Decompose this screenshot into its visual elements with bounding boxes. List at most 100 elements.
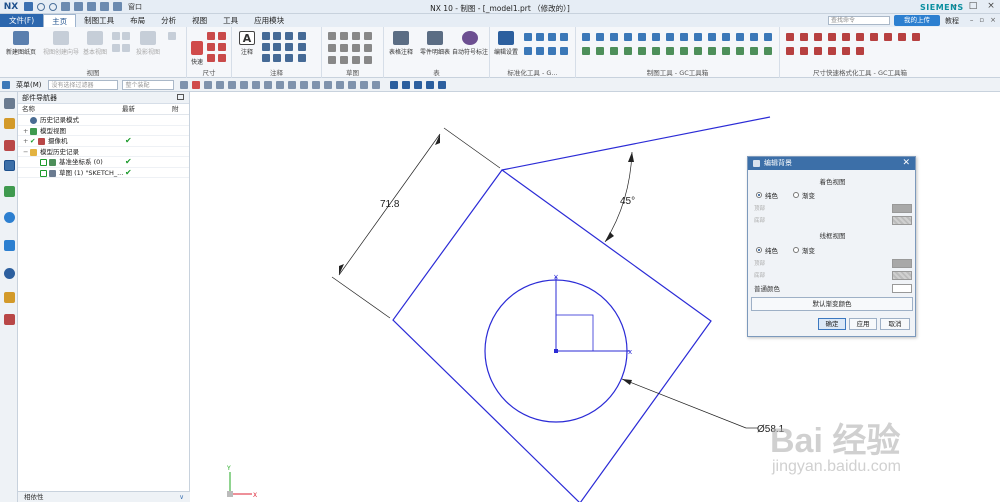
box-select-icon[interactable] bbox=[215, 80, 224, 89]
gc-tool-icon-26[interactable] bbox=[736, 47, 744, 55]
undo-icon[interactable] bbox=[37, 2, 45, 11]
target-point-icon[interactable] bbox=[285, 32, 293, 40]
gc-tool-icon-24[interactable] bbox=[708, 47, 716, 55]
gc-dim-icon-9[interactable] bbox=[898, 33, 906, 41]
view-more-icon[interactable] bbox=[168, 32, 176, 40]
base-view-button[interactable]: 基本视图 bbox=[80, 31, 110, 56]
repeat-command-icon[interactable] bbox=[100, 2, 109, 11]
tree-row-datum-csys[interactable]: 基准坐标系 (0) ✔ bbox=[18, 157, 189, 168]
dimension-linear-text[interactable]: 71.8 bbox=[380, 199, 400, 210]
gc-dim-icon-11[interactable] bbox=[786, 47, 794, 55]
touch-mode-icon[interactable] bbox=[113, 2, 122, 11]
symbol-icon[interactable] bbox=[285, 54, 293, 62]
standard-tool-icon-7[interactable] bbox=[548, 47, 556, 55]
gc-tool-icon-18[interactable] bbox=[624, 47, 632, 55]
drawing-navigator-icon[interactable] bbox=[4, 118, 15, 129]
intersection-snap-icon[interactable] bbox=[275, 80, 284, 89]
sketch-trim-icon[interactable] bbox=[352, 44, 360, 52]
gc-dim-icon-13[interactable] bbox=[814, 47, 822, 55]
settings-icon[interactable] bbox=[4, 98, 15, 109]
minimize-icon[interactable]: – bbox=[950, 1, 960, 12]
existing-point-snap-icon[interactable] bbox=[347, 80, 356, 89]
sketch-circle-icon[interactable] bbox=[352, 32, 360, 40]
tabular-note-button[interactable]: 表格注释 bbox=[386, 31, 416, 56]
section-view-icon[interactable] bbox=[112, 32, 120, 40]
display-sheet-icon[interactable] bbox=[425, 80, 434, 89]
tree-row-sketch[interactable]: 草图 (1) "SKETCH_... ✔ bbox=[18, 168, 189, 178]
radio-button[interactable] bbox=[756, 247, 762, 253]
tab-tools[interactable]: 工具 bbox=[215, 14, 246, 27]
gc-dim-icon-15[interactable] bbox=[842, 47, 850, 55]
shaded-solid-option[interactable]: 纯色 渐变 bbox=[756, 190, 815, 200]
column-attachment[interactable]: 附 bbox=[168, 104, 188, 114]
standard-tool-icon-1[interactable] bbox=[524, 33, 532, 41]
gc-dim-icon-16[interactable] bbox=[856, 47, 864, 55]
update-view-icon[interactable] bbox=[122, 44, 130, 52]
wireframe-solid-option[interactable]: 纯色 渐变 bbox=[756, 245, 815, 255]
gc-dim-icon-12[interactable] bbox=[800, 47, 808, 55]
tree-row-model-views[interactable]: + 模型视图 bbox=[18, 126, 189, 137]
gc-dim-icon-7[interactable] bbox=[870, 33, 878, 41]
gc-tool-icon-15[interactable] bbox=[582, 47, 590, 55]
gc-tool-icon-16[interactable] bbox=[596, 47, 604, 55]
image-icon[interactable] bbox=[273, 54, 281, 62]
auto-balloon-button[interactable]: 自动符号标注 bbox=[452, 31, 488, 56]
wireframe-bottom-color-swatch[interactable] bbox=[892, 271, 912, 280]
radio-button[interactable] bbox=[793, 247, 799, 253]
wireframe-top-color-swatch[interactable] bbox=[892, 259, 912, 268]
radial-dimension-icon[interactable] bbox=[218, 32, 226, 40]
standard-tool-icon-4[interactable] bbox=[560, 33, 568, 41]
rapid-dimension-button[interactable]: 快速 bbox=[189, 41, 205, 66]
refresh-icon[interactable] bbox=[413, 80, 422, 89]
gc-tool-icon-12[interactable] bbox=[736, 33, 744, 41]
sketch-extend-icon[interactable] bbox=[364, 44, 372, 52]
reference-line[interactable] bbox=[501, 116, 771, 171]
feature-control-frame-icon[interactable] bbox=[262, 32, 270, 40]
centerline-icon[interactable] bbox=[298, 32, 306, 40]
sketch-constraint-icon[interactable] bbox=[352, 56, 360, 64]
chevron-down-icon[interactable]: ∨ bbox=[179, 492, 184, 502]
shaded-bottom-color-swatch[interactable] bbox=[892, 216, 912, 225]
collapse-icon[interactable]: − bbox=[23, 147, 28, 158]
cube-icon[interactable] bbox=[227, 80, 236, 89]
system-materials-icon[interactable] bbox=[4, 292, 15, 303]
shaded-top-color-swatch[interactable] bbox=[892, 204, 912, 213]
midpoint-snap-icon[interactable] bbox=[251, 80, 260, 89]
expand-icon[interactable]: + bbox=[23, 126, 28, 137]
gc-tool-icon-22[interactable] bbox=[680, 47, 688, 55]
gc-tool-icon-25[interactable] bbox=[722, 47, 730, 55]
standard-tool-icon-6[interactable] bbox=[536, 47, 544, 55]
bounded-snap-icon[interactable] bbox=[359, 80, 368, 89]
gc-tool-icon-9[interactable] bbox=[694, 33, 702, 41]
tab-analysis[interactable]: 分析 bbox=[153, 14, 184, 27]
gc-dim-icon-10[interactable] bbox=[912, 33, 920, 41]
ok-button[interactable]: 确定 bbox=[818, 318, 846, 330]
expand-icon[interactable]: + bbox=[23, 136, 28, 147]
gc-tool-icon-21[interactable] bbox=[666, 47, 674, 55]
cut-icon[interactable] bbox=[61, 2, 70, 11]
radio-button[interactable] bbox=[793, 192, 799, 198]
gc-tool-icon-23[interactable] bbox=[694, 47, 702, 55]
area-fill-icon[interactable] bbox=[262, 54, 270, 62]
break-view-icon[interactable] bbox=[112, 44, 120, 52]
radio-button[interactable] bbox=[756, 192, 762, 198]
gc-dim-icon-8[interactable] bbox=[884, 33, 892, 41]
tree-row-history-mode[interactable]: 历史记录模式 bbox=[18, 115, 189, 126]
gc-tool-icon-3[interactable] bbox=[610, 33, 618, 41]
gc-tool-icon-10[interactable] bbox=[708, 33, 716, 41]
web-browser-icon[interactable] bbox=[4, 212, 15, 223]
control-point-snap-icon[interactable] bbox=[263, 80, 272, 89]
tab-file[interactable]: 文件(F) bbox=[0, 14, 44, 27]
tree-row-cameras[interactable]: + ✔ 摄像机 ✔ bbox=[18, 136, 189, 147]
redo-icon[interactable] bbox=[49, 2, 57, 11]
maximize-panel-icon[interactable] bbox=[177, 94, 184, 100]
gc-tool-icon-13[interactable] bbox=[750, 33, 758, 41]
checkbox-icon[interactable] bbox=[40, 169, 47, 177]
dimension-angle-text[interactable]: 45° bbox=[620, 196, 635, 207]
standard-tool-icon-5[interactable] bbox=[524, 47, 532, 55]
ordinate-dimension-icon[interactable] bbox=[207, 54, 215, 62]
pole-snap-icon[interactable] bbox=[371, 80, 380, 89]
tab-drafting-tools[interactable]: 制图工具 bbox=[76, 14, 122, 27]
tree-row-model-history[interactable]: − 模型历史记录 bbox=[18, 147, 189, 158]
gc-tool-icon-20[interactable] bbox=[652, 47, 660, 55]
